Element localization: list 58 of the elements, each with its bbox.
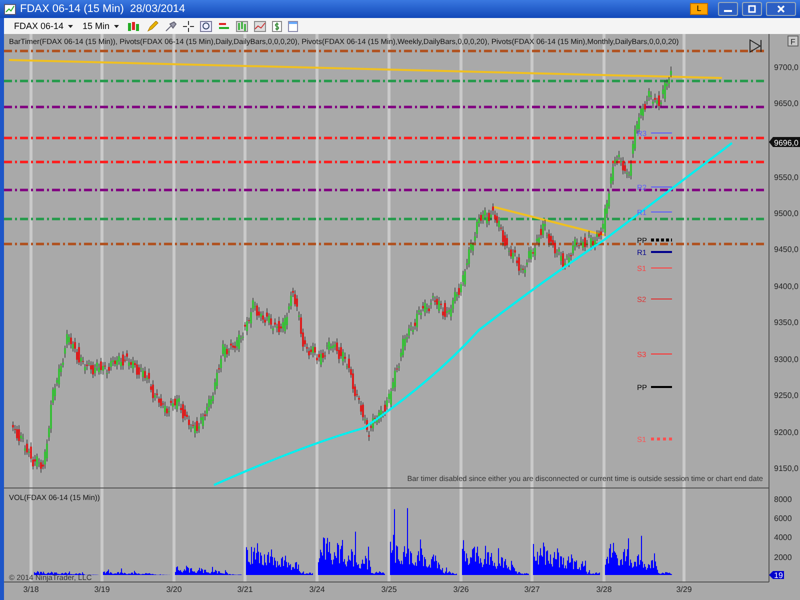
price-axis-label: 9650,0 xyxy=(774,99,798,108)
pencil-icon[interactable] xyxy=(146,20,159,32)
minimize-button[interactable] xyxy=(718,2,738,16)
volume-axis-label: 4000 xyxy=(774,533,792,542)
pivot-marker-line xyxy=(650,186,672,188)
close-button[interactable] xyxy=(766,2,796,16)
price-axis-label: 9400,0 xyxy=(774,282,798,291)
pin-icon[interactable] xyxy=(164,20,177,32)
date-axis-label: 3/25 xyxy=(381,585,397,594)
caret-icon xyxy=(114,25,119,28)
pivot-marker-line xyxy=(651,386,672,388)
restore-button[interactable] xyxy=(742,2,762,16)
chart-icon xyxy=(4,4,16,14)
interval-dropdown[interactable]: 15 Min xyxy=(80,21,121,31)
pivot-marker-line xyxy=(651,251,672,253)
caret-icon xyxy=(68,25,73,28)
panel-toggle-button[interactable]: F xyxy=(788,36,798,46)
price-axis-label: 9250,0 xyxy=(774,391,798,400)
date-axis-label: 3/29 xyxy=(676,585,692,594)
last-price-badge: 9696,0 xyxy=(769,137,800,148)
pivot-marker-line xyxy=(650,298,672,300)
volume-axis-label: 6000 xyxy=(774,514,792,523)
pivot-marker-line xyxy=(651,438,672,440)
date-axis-label: 3/24 xyxy=(309,585,325,594)
close-icon xyxy=(777,5,785,13)
go-to-end-icon[interactable] xyxy=(750,39,762,53)
candlestick-icon[interactable] xyxy=(126,20,141,32)
instrument-dropdown[interactable]: FDAX 06-14 xyxy=(12,21,75,31)
pivot-marker-line xyxy=(651,238,672,242)
line-chart-icon[interactable] xyxy=(254,20,266,32)
price-axis-label: 9550,0 xyxy=(774,173,798,182)
date-axis-label: 3/19 xyxy=(94,585,110,594)
dollar-icon[interactable] xyxy=(272,20,282,32)
price-axis-label: 9450,0 xyxy=(774,245,798,254)
ohlc-icon[interactable] xyxy=(236,20,248,32)
price-axis-label: 9300,0 xyxy=(774,355,798,364)
volume-axis-label: 8000 xyxy=(774,495,792,504)
date-axis-label: 3/28 xyxy=(596,585,612,594)
date-axis-label: 3/26 xyxy=(453,585,469,594)
date-axis-label: 3/20 xyxy=(166,585,182,594)
date-axis-label: 3/21 xyxy=(237,585,253,594)
last-volume-badge: 19 xyxy=(769,571,784,580)
bars-icon[interactable] xyxy=(218,20,230,32)
date-axis-label: 3/27 xyxy=(524,585,540,594)
restore-icon xyxy=(748,5,756,13)
price-axis-label: 9200,0 xyxy=(774,428,798,437)
pivot-marker-line xyxy=(650,132,672,134)
link-button[interactable]: L xyxy=(690,3,708,15)
volume-axis-label: 2000 xyxy=(774,553,792,562)
crosshair-icon[interactable] xyxy=(182,20,194,32)
price-axis-label: 9350,0 xyxy=(774,318,798,327)
price-axis-label: 9700,0 xyxy=(774,63,798,72)
price-axis-label: 9150,0 xyxy=(774,464,798,473)
date-axis-label: 3/18 xyxy=(23,585,39,594)
zoom-icon[interactable] xyxy=(200,20,212,32)
window-title: FDAX 06-14 (15 Min) 28/03/2014 xyxy=(20,3,186,15)
panel-icon[interactable] xyxy=(288,20,298,32)
price-axis-label: 9500,0 xyxy=(774,209,798,218)
